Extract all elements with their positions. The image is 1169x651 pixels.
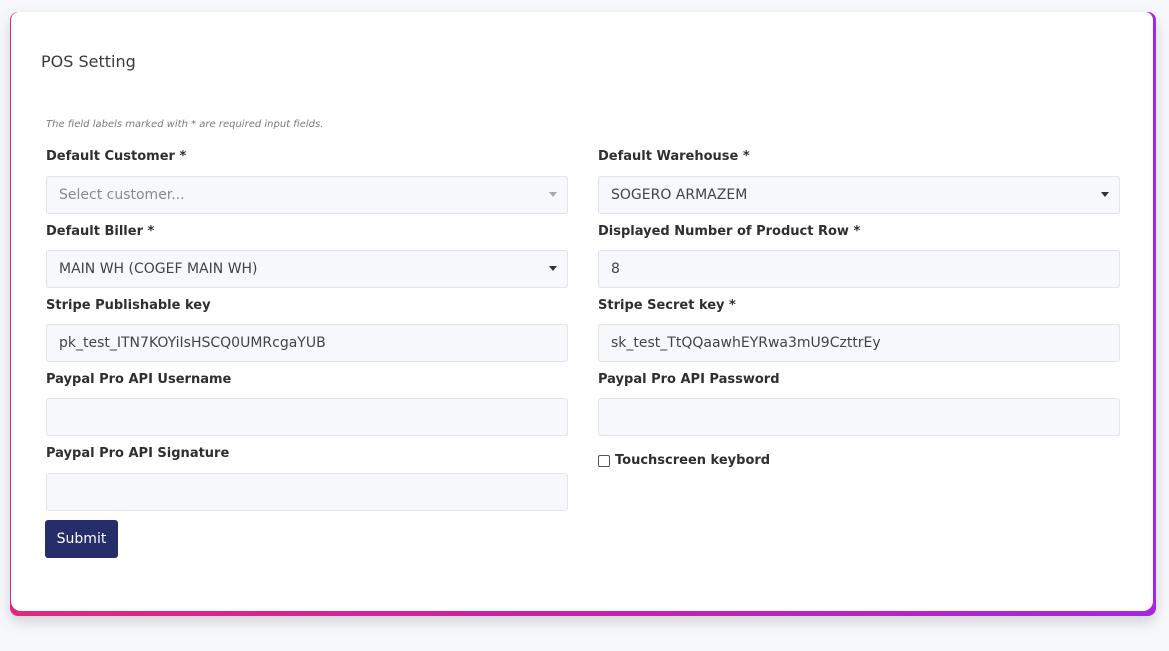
paypal-password-input[interactable] [598,398,1120,436]
required-fields-note: The field labels marked with * are requi… [46,119,324,130]
stripe-secret-input[interactable]: sk_test_TtQQaawhEYRwa3mU9CzttrEy [598,324,1120,362]
default-customer-select[interactable]: Select customer... [46,176,568,214]
default-customer-label: Default Customer * [46,149,187,164]
stripe-publishable-label: Stripe Publishable key [46,298,211,313]
paypal-signature-input[interactable] [46,473,568,511]
default-customer-placeholder: Select customer... [59,187,185,203]
paypal-signature-label: Paypal Pro API Signature [46,446,230,461]
product-rows-label: Displayed Number of Product Row * [598,224,861,239]
default-warehouse-select[interactable]: SOGERO ARMAZEM [598,176,1120,214]
touchscreen-keyboard-label[interactable]: Touchscreen keybord [615,453,770,468]
submit-button[interactable]: Submit [45,520,118,558]
paypal-username-label: Paypal Pro API Username [46,372,232,387]
settings-card: POS Setting The field labels marked with… [11,12,1153,611]
default-warehouse-value: SOGERO ARMAZEM [611,187,748,203]
stripe-publishable-input[interactable]: pk_test_ITN7KOYiIsHSCQ0UMRcgaYUB [46,324,568,362]
page-title: POS Setting [41,52,136,71]
chevron-down-icon [1101,192,1109,197]
touchscreen-keyboard-checkbox[interactable] [598,454,610,467]
default-biller-label: Default Biller * [46,224,155,239]
chevron-down-icon [549,266,557,271]
paypal-username-input[interactable] [46,398,568,436]
touchscreen-keyboard-option: Touchscreen keybord [598,453,770,468]
stripe-secret-label: Stripe Secret key * [598,298,736,313]
settings-card-frame: POS Setting The field labels marked with… [10,12,1156,616]
chevron-down-icon [549,192,557,197]
default-warehouse-label: Default Warehouse * [598,149,750,164]
product-rows-input[interactable]: 8 [598,250,1120,288]
paypal-password-label: Paypal Pro API Password [598,372,780,387]
default-biller-select[interactable]: MAIN WH (COGEF MAIN WH) [46,250,568,288]
default-biller-value: MAIN WH (COGEF MAIN WH) [59,261,258,277]
